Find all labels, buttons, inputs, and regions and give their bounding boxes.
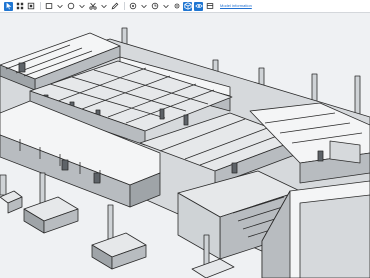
pen-icon[interactable] [110,2,119,11]
toolbar-divider [40,2,41,10]
target-icon[interactable] [128,2,137,11]
select-icon[interactable] [4,1,13,11]
eye-icon[interactable] [194,1,203,11]
chevron-down-icon[interactable] [55,2,64,11]
layers-icon[interactable] [205,2,214,11]
gear-icon[interactable] [172,2,181,11]
rectangle-icon[interactable] [44,2,53,11]
chevron-down-icon[interactable] [161,2,170,11]
cube-icon[interactable] [183,1,192,11]
model-information-link[interactable]: Model information [220,3,252,9]
chevron-down-icon[interactable] [139,2,148,11]
scissors-icon[interactable] [88,2,97,11]
chevron-down-icon[interactable] [77,2,86,11]
3d-viewport[interactable] [0,13,370,278]
building-model [0,13,370,278]
clock-icon[interactable] [150,2,159,11]
toolbar-divider [124,2,125,10]
circle-icon[interactable] [66,2,75,11]
grid-icon[interactable] [15,2,24,11]
frame-icon[interactable] [26,2,35,11]
chevron-down-icon[interactable] [99,2,108,11]
top-toolbar: Model information [0,0,370,13]
app-window: Model information [0,0,370,278]
